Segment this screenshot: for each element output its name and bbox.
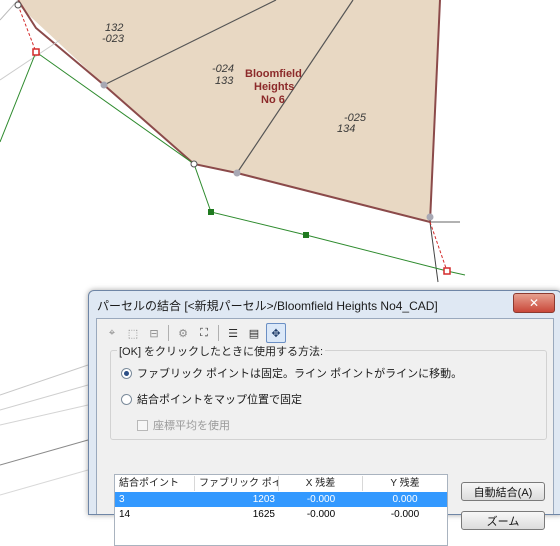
- checkbox-average-coords-label: 座標平均を使用: [153, 420, 230, 432]
- select-area-icon[interactable]: ⬚: [124, 324, 142, 342]
- join-points-table[interactable]: 結合ポイント ファブリック ポイ... X 残差 Y 残差 3 1203 -0.…: [114, 474, 448, 546]
- vertex-point[interactable]: [100, 81, 108, 89]
- table-header: 結合ポイント ファブリック ポイ... X 残差 Y 残差: [115, 476, 447, 491]
- table-row[interactable]: 14 1625 -0.000 -0.000: [115, 507, 447, 522]
- select-remove-icon[interactable]: ⊟: [145, 324, 163, 342]
- col-join-point[interactable]: 結合ポイント: [115, 476, 195, 491]
- method-groupbox: [OK] をクリックしたときに使用する方法: ファブリック ポイントは固定。ライ…: [110, 343, 547, 440]
- xy-icon[interactable]: ⚙: [174, 324, 192, 342]
- parcel-label-suffix: -023: [102, 33, 125, 45]
- red-marker[interactable]: [32, 48, 40, 56]
- green-marker[interactable]: [303, 232, 309, 238]
- cell-join-point: 14: [119, 509, 131, 520]
- method-group-label: [OK] をクリックしたときに使用する方法:: [117, 343, 326, 359]
- close-button[interactable]: ✕: [513, 293, 555, 313]
- cad-line: [0, 39, 61, 81]
- option-fixed-fabric-label: ファブリック ポイントは固定。ライン ポイントがラインに移動。: [137, 368, 463, 380]
- join-parcels-dialog: パーセルの結合 [<新規パーセル>/Bloomfield Heights No4…: [88, 290, 560, 546]
- col-fabric-point[interactable]: ファブリック ポイ...: [195, 476, 279, 491]
- vertex-point[interactable]: [233, 169, 241, 177]
- cad-line: [0, 384, 89, 411]
- col-x-residual[interactable]: X 残差: [279, 476, 363, 491]
- option-average-coords[interactable]: 座標平均を使用: [137, 417, 230, 433]
- parcel-label-number: 134: [337, 123, 355, 135]
- chart-icon[interactable]: ▤: [245, 324, 263, 342]
- checkbox-average-coords[interactable]: [137, 419, 148, 431]
- zoom-extent-icon[interactable]: ⛶: [195, 324, 213, 342]
- plan-name-line2: Heights: [254, 81, 294, 93]
- select-point-icon[interactable]: ⌖: [103, 324, 121, 342]
- toolbar-separator: [168, 325, 169, 341]
- toolbar: ⌖ ⬚ ⊟ ⚙ ⛶ ☰ ▤ ✥: [103, 322, 286, 344]
- parcel-polygon[interactable]: [18, 0, 440, 222]
- close-icon: ✕: [528, 296, 540, 310]
- toolbar-separator: [218, 325, 219, 341]
- plan-name-line1: Bloomfield: [245, 68, 302, 80]
- cell-y-residual: 0.000: [392, 494, 418, 505]
- option-fixed-fabric[interactable]: ファブリック ポイントは固定。ライン ポイントがラインに移動。: [121, 365, 462, 381]
- dialog-client: ⌖ ⬚ ⊟ ⚙ ⛶ ☰ ▤ ✥ [OK] をクリックしたときに使用する方法: フ…: [96, 318, 554, 546]
- cad-line: [0, 469, 89, 496]
- green-marker[interactable]: [208, 209, 214, 215]
- open-vertex[interactable]: [14, 1, 22, 9]
- cell-fabric-point: 1625: [252, 509, 275, 520]
- col-y-residual[interactable]: Y 残差: [363, 476, 447, 491]
- option-fix-at-map[interactable]: 結合ポイントをマップ位置で固定: [121, 391, 302, 407]
- table-row[interactable]: 3 1203 -0.000 0.000: [115, 492, 447, 507]
- cell-x-residual: -0.000: [306, 509, 336, 520]
- radio-fix-at-map[interactable]: [121, 393, 132, 405]
- join-link: [429, 221, 448, 272]
- plan-name-line3: No 6: [261, 94, 285, 106]
- radio-fixed-fabric[interactable]: [121, 367, 132, 379]
- cad-line: [0, 439, 89, 466]
- option-fix-at-map-label: 結合ポイントをマップ位置で固定: [137, 394, 302, 406]
- open-vertex[interactable]: [190, 160, 198, 168]
- cad-line: [0, 364, 89, 396]
- cad-line: [0, 404, 89, 426]
- join-point-icon[interactable]: ✥: [266, 323, 286, 343]
- vertex-point[interactable]: [426, 213, 434, 221]
- cell-fabric-point: 1203: [252, 494, 275, 505]
- cad-line: [429, 221, 439, 283]
- zoom-button[interactable]: ズーム: [461, 511, 545, 530]
- red-marker[interactable]: [443, 267, 451, 275]
- cell-join-point: 3: [119, 494, 125, 505]
- edit-table-icon[interactable]: ☰: [224, 324, 242, 342]
- auto-join-button[interactable]: 自動結合(A): [461, 482, 545, 501]
- cell-x-residual: -0.000: [306, 494, 336, 505]
- parcel-label-suffix: -024: [212, 63, 234, 75]
- parcel-label-number: 133: [215, 75, 234, 87]
- dialog-titlebar[interactable]: パーセルの結合 [<新規パーセル>/Bloomfield Heights No4…: [89, 291, 560, 317]
- cell-y-residual: -0.000: [390, 509, 420, 520]
- dialog-title: パーセルの結合 [<新規パーセル>/Bloomfield Heights No4…: [97, 299, 438, 313]
